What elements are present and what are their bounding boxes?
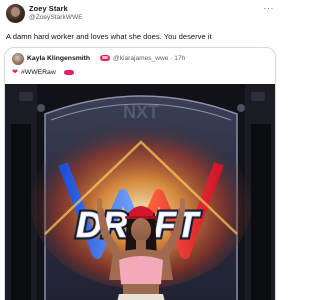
tweet[interactable]: Zoey Stark @ZoeyStarkWWE ··· A damn hard… bbox=[0, 0, 284, 300]
quoted-author-handle-time: @kiarajames_wwe · 17h bbox=[113, 55, 186, 62]
quoted-author-avatar[interactable] bbox=[12, 53, 24, 65]
author-handle[interactable]: @ZoeyStarkWWE bbox=[29, 14, 83, 21]
hashtag-link[interactable]: #WWERaw bbox=[21, 69, 56, 76]
heart-emoji-icon: ❤ bbox=[12, 69, 18, 76]
author-display-name[interactable]: Zoey Stark bbox=[29, 4, 68, 13]
tweet-text: A damn hard worker and loves what she do… bbox=[6, 32, 212, 41]
author-avatar[interactable] bbox=[6, 4, 25, 23]
quoted-media-photo[interactable]: NXT DRAFT DRAFT bbox=[5, 84, 275, 300]
quoted-tweet[interactable]: Kayla Klingensmith @kiarajames_wwe · 17h… bbox=[4, 47, 276, 300]
more-options-icon[interactable]: ··· bbox=[264, 3, 275, 13]
draft-stage-photo: NXT DRAFT DRAFT bbox=[5, 84, 275, 300]
quoted-author-display-name[interactable]: Kayla Klingensmith bbox=[27, 55, 90, 62]
lips-emoji-icon bbox=[64, 70, 74, 75]
lips-emoji-icon bbox=[100, 54, 110, 61]
